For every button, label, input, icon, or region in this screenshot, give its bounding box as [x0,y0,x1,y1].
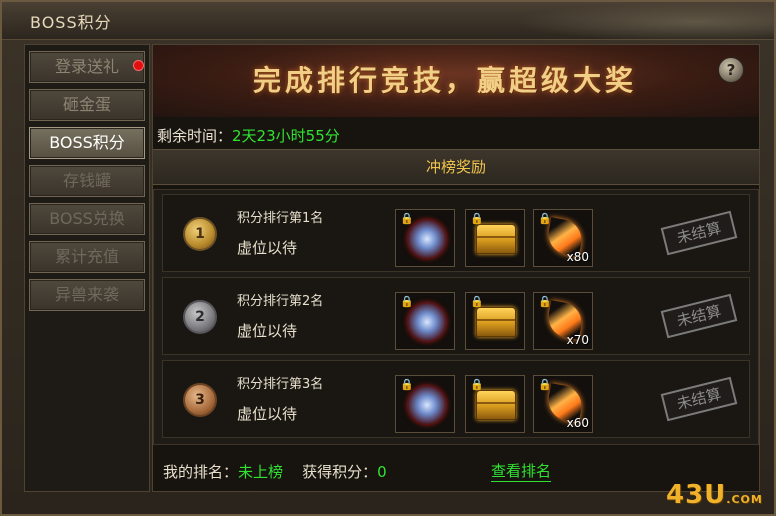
lock-icon: 🔒 [400,378,414,391]
orb-icon [408,386,446,424]
boss-points-window: BOSS积分 登录送礼 砸金蛋 BOSS积分 存钱罐 BOSS兑换 累计充值 异… [0,0,776,516]
item-quantity: x70 [566,333,589,347]
item-quantity: x80 [566,250,589,264]
sidebar-item-label: 异兽来袭 [54,285,119,304]
banner-title: 完成排行竞技，赢超级大奖 [253,64,638,97]
watermark-logo: 43U.COM [666,480,763,510]
bronze-medal-icon: 3 [183,383,217,417]
sidebar-item-recharge-total[interactable]: 累计充值 [29,241,145,273]
status-stamp: 未结算 [660,293,738,339]
lock-icon: 🔒 [538,212,552,225]
lock-icon: 🔒 [400,295,414,308]
rank-holder: 虚位以待 [237,239,298,257]
reward-slot-chest[interactable]: 🔒 [465,292,525,350]
silver-medal-icon: 2 [183,300,217,334]
sidebar-item-login-gift[interactable]: 登录送礼 [29,51,145,83]
notification-dot-icon [133,60,144,71]
rank-holder: 虚位以待 [237,405,298,423]
reward-slot-feather[interactable]: 🔒 x80 [533,209,593,267]
rank-holder: 虚位以待 [237,322,298,340]
reward-slot-chest[interactable]: 🔒 [465,209,525,267]
sidebar-item-boss-exchange[interactable]: BOSS兑换 [29,203,145,235]
reward-slot-orb[interactable]: 🔒 [395,292,455,350]
sidebar: 登录送礼 砸金蛋 BOSS积分 存钱罐 BOSS兑换 累计充值 异兽来袭 [24,44,150,492]
item-quantity: x60 [566,416,589,430]
sidebar-item-label: 砸金蛋 [62,95,111,114]
view-rank-link[interactable]: 查看排名 [491,461,552,482]
my-rank-value: 未上榜 [238,463,284,481]
title-bar: BOSS积分 [2,2,774,42]
orb-icon [408,220,446,258]
help-button[interactable]: ? [718,57,744,83]
treasure-chest-icon [476,224,516,254]
rank-title: 积分排行第1名 [237,211,324,226]
window-title: BOSS积分 [30,13,112,32]
timer-label: 剩余时间： [157,127,233,145]
dragon-decoration [514,2,774,42]
banner: 完成排行竞技，赢超级大奖 ? [153,45,759,117]
orb-icon [408,303,446,341]
gold-medal-icon: 1 [183,217,217,251]
rank-row: 3 积分排行第3名 虚位以待 🔒 🔒 🔒 x60 未结算 [162,360,750,438]
reward-slot-orb[interactable]: 🔒 [395,375,455,433]
sidebar-item-golden-egg[interactable]: 砸金蛋 [29,89,145,121]
reward-slot-feather[interactable]: 🔒 x60 [533,375,593,433]
treasure-chest-icon [476,390,516,420]
points-value: 0 [377,463,387,481]
lock-icon: 🔒 [538,378,552,391]
rank-title: 积分排行第3名 [237,377,324,392]
watermark-suffix: .COM [726,493,763,506]
lock-icon: 🔒 [538,295,552,308]
sidebar-item-label: 累计充值 [54,247,119,266]
reward-slot-feather[interactable]: 🔒 x70 [533,292,593,350]
lock-icon: 🔒 [400,212,414,225]
rank-title: 积分排行第2名 [237,294,324,309]
rank-reward-list: 1 积分排行第1名 虚位以待 🔒 🔒 🔒 x80 未结算 2 积分排行第2名 虚… [153,189,759,445]
main-panel: 完成排行竞技，赢超级大奖 ? 剩余时间：2天23小时55分 冲榜奖励 1 积分排… [152,44,760,492]
status-stamp: 未结算 [660,210,738,256]
rank-row: 2 积分排行第2名 虚位以待 🔒 🔒 🔒 x70 未结算 [162,277,750,355]
watermark-main: 43U [666,480,727,510]
my-rank-label: 我的排名： [163,463,239,481]
sidebar-item-boss-points[interactable]: BOSS积分 [29,127,145,159]
remaining-time: 剩余时间：2天23小时55分 [157,125,340,146]
question-icon: ? [726,61,736,79]
reward-slot-chest[interactable]: 🔒 [465,375,525,433]
sidebar-item-beast-raid[interactable]: 异兽来袭 [29,279,145,311]
sidebar-item-label: BOSS积分 [49,133,125,152]
treasure-chest-icon [476,307,516,337]
sidebar-item-label: 登录送礼 [54,57,119,76]
rewards-header: 冲榜奖励 [153,149,759,185]
timer-value: 2天23小时55分 [232,127,340,145]
sidebar-item-label: BOSS兑换 [49,209,125,228]
reward-slot-orb[interactable]: 🔒 [395,209,455,267]
sidebar-item-piggy-bank[interactable]: 存钱罐 [29,165,145,197]
status-stamp: 未结算 [660,376,738,422]
footer-summary: 我的排名：未上榜 获得积分：0 [163,461,387,482]
sidebar-item-label: 存钱罐 [62,171,111,190]
points-label: 获得积分： [302,463,378,481]
rank-row: 1 积分排行第1名 虚位以待 🔒 🔒 🔒 x80 未结算 [162,194,750,272]
